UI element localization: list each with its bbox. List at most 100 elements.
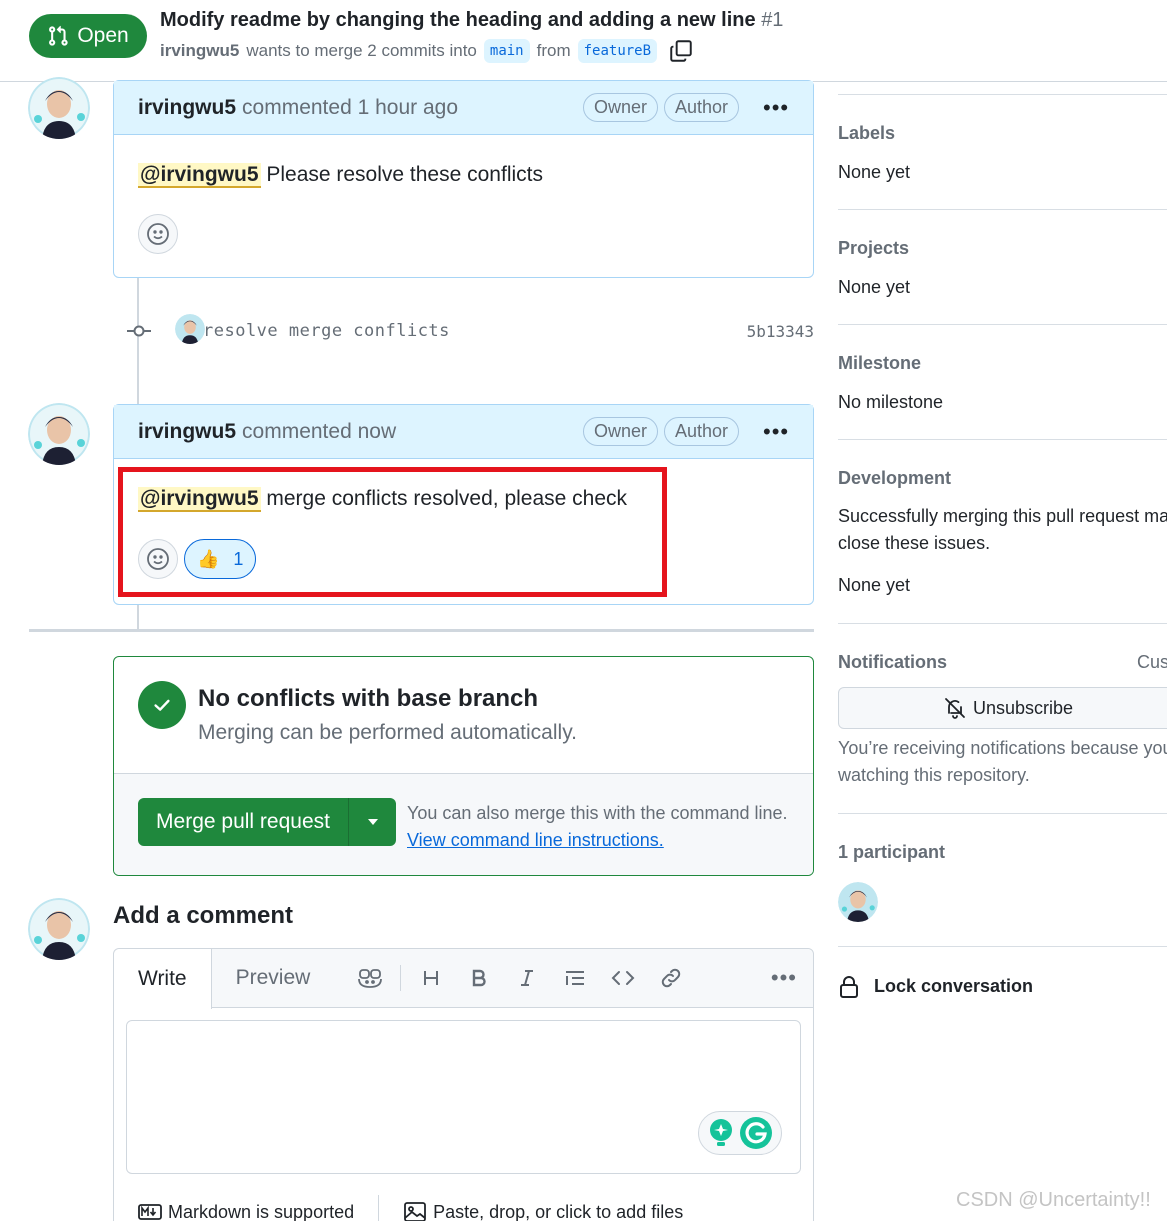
pr-header: Open Modify readme by changing the headi…: [0, 0, 1167, 82]
pr-author-link[interactable]: irvingwu5: [160, 41, 239, 61]
avatar[interactable]: [28, 898, 90, 960]
merge-hint-text: You can also merge this with the command…: [407, 803, 788, 823]
heading-icon[interactable]: [407, 958, 455, 998]
grammarly-widget[interactable]: [698, 1111, 782, 1155]
markdown-icon[interactable]: [138, 1204, 162, 1220]
owner-label: Owner: [582, 417, 658, 446]
footer-separator: [378, 1195, 380, 1221]
sidebar-section-participants: 1 participant: [838, 813, 1167, 946]
commit-message[interactable]: resolve merge conflicts: [203, 321, 450, 341]
milestone-value: No milestone: [838, 392, 944, 412]
comment-editor: Write Preview ••• Markdown is supported …: [113, 948, 814, 1221]
owner-label: Owner: [582, 93, 658, 122]
head-branch[interactable]: featureB: [577, 39, 658, 63]
development-value: None yet: [838, 575, 911, 595]
bell-slash-icon: [945, 698, 965, 719]
milestone-heading[interactable]: Milestone: [838, 353, 921, 374]
list-icon[interactable]: [551, 958, 599, 998]
timeline-divider: [29, 629, 814, 632]
merge-status-title: No conflicts with base branch: [198, 685, 539, 712]
customize-link[interactable]: Cus: [1137, 652, 1167, 673]
editor-tabs: Write Preview •••: [114, 948, 813, 1009]
commit-row: resolve merge conflicts 5b13343: [127, 314, 814, 348]
lock-conversation-link[interactable]: Lock conversation: [838, 946, 1167, 1026]
unsubscribe-button[interactable]: Unsubscribe: [838, 687, 1167, 729]
comment-labels: Owner Author •••: [582, 417, 789, 446]
markdown-supported-note[interactable]: Markdown is supported: [168, 1202, 354, 1221]
comment-labels: Owner Author •••: [582, 93, 789, 122]
watermark: CSDN @Uncertainty!!: [956, 1189, 1151, 1211]
development-text-line1: Successfully merging this pull request m…: [838, 506, 1167, 526]
unsubscribe-label: Unsubscribe: [972, 697, 1074, 718]
comment-author[interactable]: irvingwu5: [138, 96, 236, 120]
pr-state-label: Open: [77, 24, 129, 47]
merge-hint: You can also merge this with the command…: [407, 800, 788, 854]
copy-icon[interactable]: [668, 38, 694, 64]
comment-time[interactable]: commented now: [242, 420, 396, 444]
commit-avatar[interactable]: [175, 314, 205, 344]
merge-pull-request-button[interactable]: Merge pull request: [138, 798, 396, 846]
image-icon[interactable]: [403, 1201, 427, 1221]
pr-title-text: Modify readme by changing the heading an…: [160, 9, 756, 31]
bold-icon[interactable]: [455, 958, 503, 998]
add-files-note[interactable]: Paste, drop, or click to add files: [433, 1202, 683, 1221]
participants-heading: 1 participant: [838, 842, 946, 862]
comment-time[interactable]: commented 1 hour ago: [242, 96, 458, 120]
add-comment-heading: Add a comment: [113, 902, 294, 929]
avatar[interactable]: [28, 77, 90, 139]
lightbulb-icon[interactable]: [707, 1118, 735, 1148]
sidebar-section-milestone: Milestone No milestone: [838, 324, 1167, 439]
kebab-menu-icon[interactable]: •••: [763, 96, 789, 118]
development-text-line2: close these issues.: [838, 533, 991, 553]
caret-down-icon: [367, 819, 378, 825]
base-branch[interactable]: main: [483, 39, 530, 63]
merge-box: No conflicts with base branch Merging ca…: [113, 656, 814, 876]
avatar[interactable]: [28, 403, 90, 465]
copilot-icon[interactable]: [346, 958, 394, 998]
pr-from-text: from: [536, 41, 571, 60]
projects-heading[interactable]: Projects: [838, 238, 909, 259]
lock-conversation-label: Lock conversation: [874, 976, 1034, 996]
italic-icon[interactable]: [503, 958, 551, 998]
git-commit-icon: [127, 325, 151, 337]
code-icon[interactable]: [599, 958, 647, 998]
tab-write[interactable]: Write: [114, 948, 212, 1009]
author-label: Author: [663, 93, 739, 122]
more-options-icon[interactable]: •••: [771, 965, 797, 991]
pr-number: #1: [761, 9, 784, 31]
merge-options-dropdown[interactable]: [348, 798, 396, 846]
comment-author[interactable]: irvingwu5: [138, 420, 236, 444]
pull-request-icon: [49, 25, 68, 46]
lock-icon: [840, 975, 858, 998]
sidebar-section-development: Development Successfully merging this pu…: [838, 439, 1167, 623]
link-icon[interactable]: [647, 958, 695, 998]
notifications-text-line1: You’re receiving notifications because y…: [838, 738, 1167, 758]
tab-preview[interactable]: Preview: [212, 949, 335, 1008]
merge-status-subtitle: Merging can be performed automatically.: [198, 721, 577, 744]
projects-value: None yet: [838, 277, 911, 297]
formatting-toolbar: [346, 958, 695, 998]
kebab-menu-icon[interactable]: •••: [763, 420, 789, 442]
comment-header: irvingwu5 commented 1 hour ago Owner Aut…: [114, 81, 813, 135]
sidebar-section-labels: Labels None yet: [838, 94, 1167, 209]
add-reaction-button[interactable]: [138, 214, 178, 254]
participant-avatar[interactable]: [838, 882, 878, 922]
comment-body: @irvingwu5 Please resolve these conflict…: [114, 135, 813, 188]
grammarly-icon[interactable]: [739, 1116, 773, 1150]
development-heading[interactable]: Development: [838, 468, 951, 489]
labels-value: None yet: [838, 162, 911, 182]
command-line-instructions-link[interactable]: View command line instructions.: [407, 830, 664, 850]
reactions: [138, 214, 178, 254]
comment-textarea[interactable]: [126, 1020, 801, 1174]
smiley-icon: [147, 223, 169, 245]
comment-header: irvingwu5 commented now Owner Author •••: [114, 405, 813, 459]
notifications-heading: Notifications: [838, 652, 948, 672]
user-mention[interactable]: @irvingwu5: [138, 163, 261, 188]
labels-heading[interactable]: Labels: [838, 123, 895, 144]
check-icon: [138, 681, 186, 729]
merge-button-label: Merge pull request: [156, 810, 330, 833]
commit-sha[interactable]: 5b13343: [747, 322, 814, 341]
editor-footer: Markdown is supported Paste, drop, or cl…: [138, 1195, 683, 1221]
comment-card: irvingwu5 commented 1 hour ago Owner Aut…: [113, 80, 814, 278]
timeline-line: [137, 604, 139, 630]
